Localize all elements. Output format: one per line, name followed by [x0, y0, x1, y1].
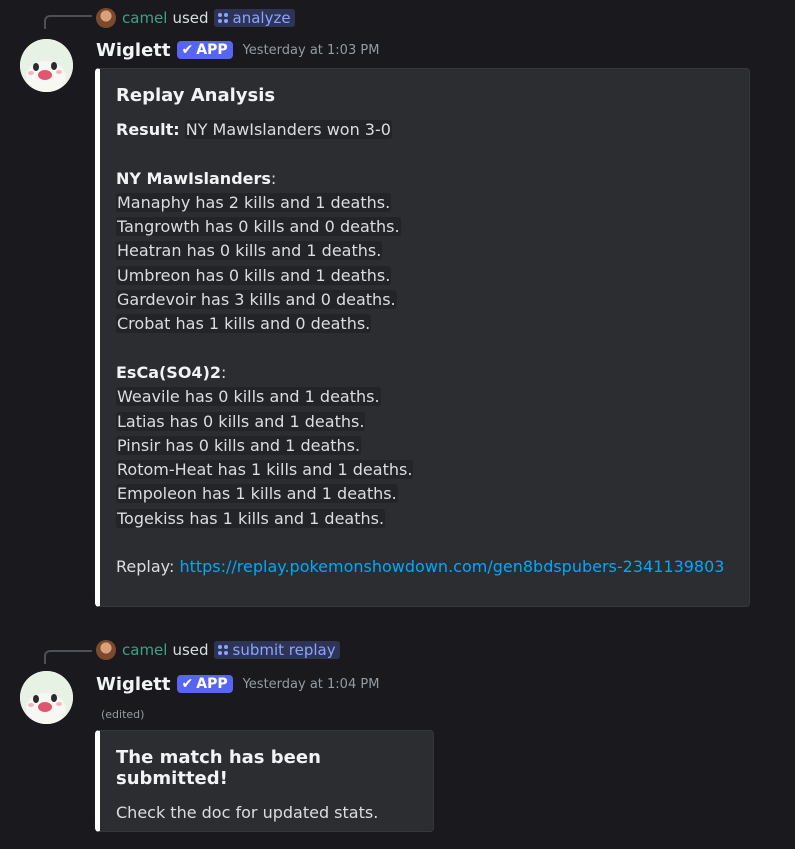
reply-used-text: used: [172, 641, 209, 659]
embed-title: Replay Analysis: [116, 85, 276, 106]
avatar[interactable]: [20, 671, 73, 724]
stat-line: Empoleon has 1 kills and 1 deaths.: [116, 484, 398, 504]
command-chip[interactable]: analyze: [213, 9, 295, 27]
badge-label: APP: [196, 676, 228, 692]
reply-username[interactable]: camel: [122, 641, 167, 659]
team-name: EsCa(SO4)2: [116, 362, 222, 382]
stat-line: Manaphy has 2 kills and 1 deaths.: [116, 192, 392, 212]
app-badge: ✔ APP: [176, 675, 233, 693]
replay-label: Replay:: [116, 557, 175, 577]
avatar[interactable]: [20, 39, 73, 92]
stat-line: Togekiss has 1 kills and 1 deaths.: [116, 508, 386, 528]
reply-context[interactable]: camel used submit replay: [96, 639, 340, 661]
message-header: Wiglett ✔ APP Yesterday at 1:03 PM: [96, 38, 379, 62]
embed-submitted: The match has been submitted! Check the …: [95, 730, 434, 832]
stat-line: Umbreon has 0 kills and 1 deaths.: [116, 265, 392, 285]
reply-connector: [44, 650, 92, 664]
reply-used-text: used: [172, 9, 209, 27]
result-value: NY MawIslanders won 3-0: [184, 120, 392, 139]
author-name[interactable]: Wiglett: [96, 40, 171, 61]
command-name: analyze: [232, 9, 291, 27]
slash-command-icon: [217, 644, 229, 656]
app-badge: ✔ APP: [176, 41, 233, 59]
stat-line: Pinsir has 0 kills and 1 deaths.: [116, 435, 362, 455]
badge-label: APP: [196, 42, 228, 58]
reply-context[interactable]: camel used analyze: [96, 7, 295, 29]
edited-label: (edited): [101, 708, 145, 721]
stat-line: Gardevoir has 3 kills and 0 deaths.: [116, 290, 397, 310]
stat-line: Weavile has 0 kills and 1 deaths.: [116, 387, 381, 407]
timestamp[interactable]: Yesterday at 1:03 PM: [243, 43, 380, 58]
reply-avatar[interactable]: [96, 8, 116, 28]
slash-command-icon: [217, 12, 229, 24]
message-header: Wiglett ✔ APP Yesterday at 1:04 PM: [96, 672, 379, 696]
embed-title: The match has been submitted!: [116, 747, 321, 789]
stat-line: Latias has 0 kills and 1 deaths.: [116, 411, 366, 431]
embed-replay-analysis: Replay Analysis Result: NY MawIslanders …: [95, 68, 750, 607]
embed-description: Result: NY MawIslanders won 3-0 NY MawIs…: [116, 120, 725, 577]
timestamp[interactable]: Yesterday at 1:04 PM: [243, 677, 380, 692]
result-label: Result:: [116, 120, 180, 139]
reply-username[interactable]: camel: [122, 9, 167, 27]
stat-line: Rotom-Heat has 1 kills and 1 deaths.: [116, 460, 414, 480]
command-name: submit replay: [232, 641, 336, 659]
reply-avatar[interactable]: [96, 640, 116, 660]
verified-check-icon: ✔: [181, 42, 194, 58]
team-name: NY MawIslanders: [116, 168, 271, 188]
reply-connector: [44, 15, 92, 29]
verified-check-icon: ✔: [181, 676, 194, 692]
command-chip[interactable]: submit replay: [213, 641, 340, 659]
stat-line: Tangrowth has 0 kills and 0 deaths.: [116, 217, 401, 237]
stat-line: Heatran has 0 kills and 1 deaths.: [116, 241, 383, 261]
author-name[interactable]: Wiglett: [96, 674, 171, 695]
stat-line: Crobat has 1 kills and 0 deaths.: [116, 314, 372, 334]
embed-description: Check the doc for updated stats.: [116, 803, 379, 822]
replay-link[interactable]: https://replay.pokemonshowdown.com/gen8b…: [179, 557, 724, 576]
